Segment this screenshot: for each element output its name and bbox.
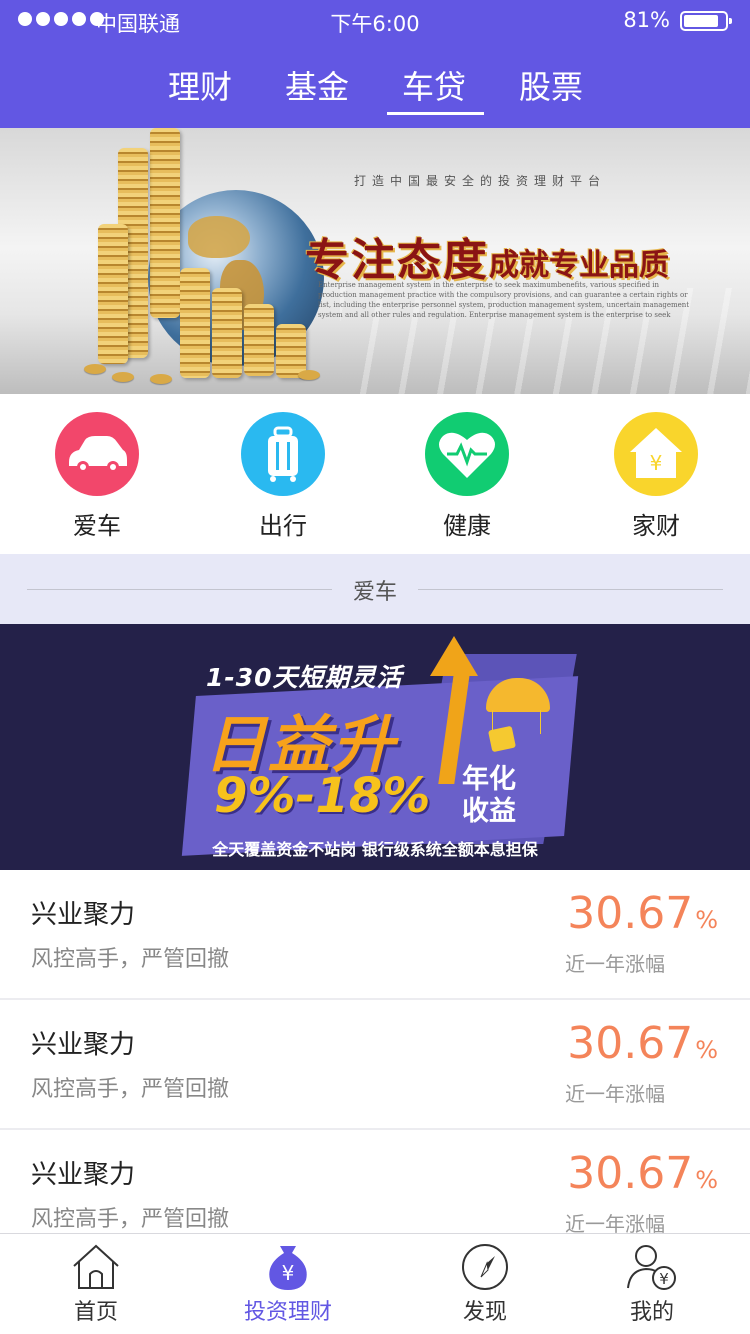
- coin-stack-image: [150, 128, 180, 318]
- app-screen: 中国联通 下午6:00 81% 理财 基金 车贷 股票 打造中国最安全的投资理财…: [0, 0, 750, 1334]
- product-desc: 风控高手，严管回撤: [31, 1077, 230, 1102]
- coin-image: [84, 364, 106, 374]
- money-bag-icon: ¥: [262, 1242, 314, 1292]
- nav-label: 投资理财: [243, 1300, 332, 1325]
- section-header: 爱车: [0, 554, 750, 624]
- status-bar: 中国联通 下午6:00 81%: [0, 0, 750, 40]
- battery-icon: [680, 11, 732, 31]
- hero-title-big: 专注态度: [305, 235, 489, 286]
- header: 中国联通 下午6:00 81% 理财 基金 车贷 股票: [0, 0, 750, 128]
- category-label: 健康: [443, 512, 491, 540]
- promo-footer: 全天覆盖资金不站岗 银行级系统全额本息担保: [212, 840, 538, 859]
- tab-chedai[interactable]: 车贷: [384, 62, 484, 108]
- rate-label: 近一年涨幅: [565, 952, 665, 976]
- svg-text:¥: ¥: [650, 451, 663, 475]
- bottom-nav: 首页 ¥ 投资理财 发现 ¥ 我的: [0, 1233, 750, 1334]
- coin-stack-image: [276, 324, 306, 378]
- divider: [418, 589, 723, 590]
- rate-unit: %: [695, 1166, 718, 1194]
- hero-tagline: 打造中国最安全的投资理财平台: [353, 174, 606, 188]
- rate-unit: %: [695, 906, 718, 934]
- category-grid: 爱车 出行 健康 ¥ 家财: [0, 394, 750, 554]
- nav-label: 我的: [629, 1300, 674, 1325]
- coin-stack-image: [212, 288, 242, 378]
- coin-stack-image: [98, 224, 128, 364]
- product-rate: 30.67%: [567, 1018, 718, 1069]
- coin-image: [112, 372, 134, 382]
- coin-stack-image: [244, 304, 274, 376]
- top-tabs: 理财 基金 车贷 股票: [0, 62, 750, 115]
- tab-jijin[interactable]: 基金: [267, 62, 367, 108]
- rate-unit: %: [695, 1036, 718, 1064]
- category-aiche[interactable]: 爱车: [32, 412, 162, 541]
- user-yuan-icon: ¥: [626, 1242, 678, 1292]
- coin-image: [150, 374, 172, 384]
- category-jiankang[interactable]: 健康: [402, 412, 532, 541]
- product-desc: 风控高手，严管回撤: [31, 1207, 230, 1232]
- rate-value: 30.67: [567, 888, 694, 939]
- car-icon: [55, 412, 139, 496]
- promo-banner[interactable]: 1-30天短期灵活 日益升 9%-18% 年化收益 全天覆盖资金不站岗 银行级系…: [0, 624, 750, 870]
- product-name: 兴业聚力: [31, 1030, 136, 1060]
- parachute-string: [540, 710, 541, 734]
- nav-home[interactable]: 首页: [21, 1242, 171, 1326]
- promo-line1: 1-30天短期灵活: [206, 663, 403, 692]
- active-tab-indicator: [387, 112, 484, 115]
- svg-text:¥: ¥: [659, 1270, 669, 1288]
- product-name: 兴业聚力: [31, 900, 136, 930]
- coin-image: [298, 370, 320, 380]
- product-desc: 风控高手，严管回撤: [31, 947, 230, 972]
- hero-title-small: 成就专业品质: [489, 248, 669, 283]
- hero-banner[interactable]: 打造中国最安全的投资理财平台 专注态度成就专业品质 Enterprise man…: [0, 128, 750, 394]
- product-rate: 30.67%: [567, 1148, 718, 1199]
- svg-text:¥: ¥: [282, 1261, 295, 1285]
- rate-label: 近一年涨幅: [565, 1082, 665, 1106]
- promo-annual-label: 年化收益: [462, 764, 516, 827]
- tab-licai[interactable]: 理财: [150, 62, 250, 108]
- product-row[interactable]: 兴业聚力 风控高手，严管回撤 30.67% 近一年涨幅: [0, 1000, 750, 1130]
- battery-percent: 81%: [623, 8, 670, 32]
- heart-icon: [425, 412, 509, 496]
- hero-body-text: Enterprise management system in the ente…: [318, 281, 690, 319]
- section-title: 爱车: [352, 580, 397, 605]
- category-label: 爱车: [73, 512, 121, 540]
- hero-title: 专注态度成就专业品质: [305, 224, 669, 288]
- product-row[interactable]: 兴业聚力 风控高手，严管回撤 30.67% 近一年涨幅: [0, 870, 750, 1000]
- nav-label: 发现: [462, 1300, 507, 1325]
- nav-invest[interactable]: ¥ 投资理财: [213, 1242, 363, 1326]
- product-rate: 30.67%: [567, 888, 718, 939]
- nav-mine[interactable]: ¥ 我的: [577, 1242, 727, 1326]
- arrow-head-icon: [430, 636, 478, 676]
- nav-discover[interactable]: 发现: [410, 1242, 560, 1326]
- home-icon: [70, 1242, 122, 1292]
- category-jiacai[interactable]: ¥ 家财: [591, 412, 721, 541]
- compass-icon: [459, 1242, 511, 1292]
- product-name: 兴业聚力: [31, 1160, 136, 1190]
- rate-value: 30.67: [567, 1148, 694, 1199]
- luggage-icon: [241, 412, 325, 496]
- nav-label: 首页: [73, 1300, 118, 1325]
- rate-value: 30.67: [567, 1018, 694, 1069]
- house-yuan-icon: ¥: [614, 412, 698, 496]
- coin-stack-image: [180, 268, 210, 378]
- promo-rate-range: 9%-18%: [214, 768, 431, 824]
- category-label: 家财: [632, 512, 680, 540]
- category-chuxing[interactable]: 出行: [218, 412, 348, 541]
- category-label: 出行: [259, 512, 307, 540]
- tab-gupiao[interactable]: 股票: [501, 62, 601, 108]
